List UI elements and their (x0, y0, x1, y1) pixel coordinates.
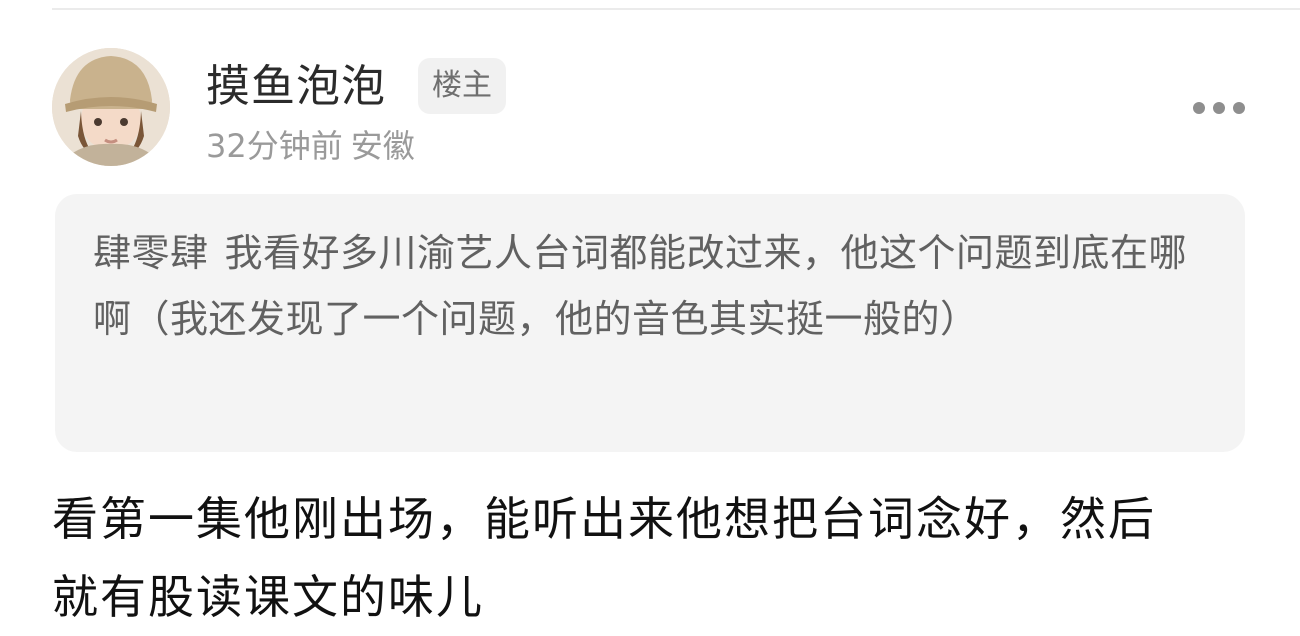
op-badge: 楼主 (418, 58, 506, 114)
post-meta: 32分钟前 安徽 (206, 124, 415, 168)
top-divider (52, 0, 1300, 10)
avatar-image (52, 48, 170, 166)
quoted-comment-content: 肆零肆 我看好多川渝艺人台词都能改过来，他这个问题到底在哪啊（我还发现了一个问题，… (93, 220, 1195, 352)
quoted-comment[interactable]: 肆零肆 我看好多川渝艺人台词都能改过来，他这个问题到底在哪啊（我还发现了一个问题，… (55, 194, 1245, 452)
post-location: 安徽 (350, 127, 415, 165)
username[interactable]: 摸鱼泡泡 (206, 60, 386, 114)
post-header: 摸鱼泡泡 楼主 32分钟前 安徽 (52, 48, 1252, 168)
comment-body: 看第一集他刚出场，能听出来他想把台词念好，然后就有股读课文的味儿 (52, 492, 1156, 624)
quoted-text: 我看好多川渝艺人台词都能改过来，他这个问题到底在哪啊（我还发现了一个问题，他的音… (93, 231, 1188, 341)
post-time: 32分钟前 (206, 127, 343, 165)
more-horizontal-icon[interactable] (1190, 96, 1248, 120)
avatar[interactable] (52, 48, 170, 166)
quoted-author: 肆零肆 (93, 231, 209, 275)
